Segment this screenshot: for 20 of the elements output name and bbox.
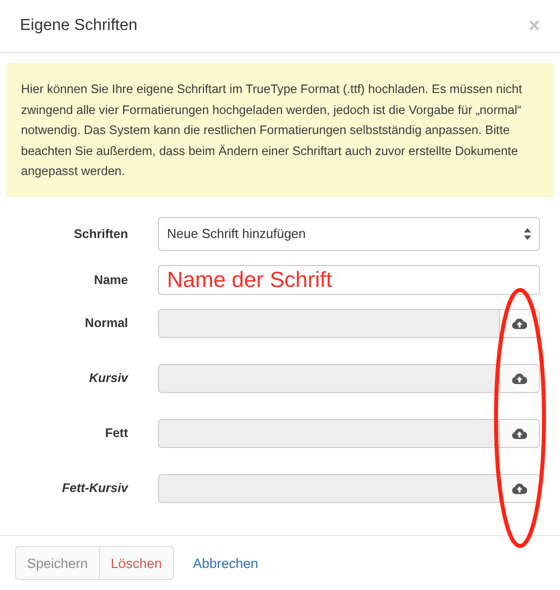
dialog-title: Eigene Schriften	[20, 17, 138, 35]
field-label: Kursiv	[88, 371, 128, 385]
cloud-upload-icon	[512, 428, 527, 438]
font-select[interactable]: Neue Schrift hinzufügen	[158, 216, 540, 250]
field-label: Fett-Kursiv	[61, 481, 128, 495]
field-label: Name	[92, 272, 128, 286]
select-arrows-icon	[524, 228, 531, 240]
upload-button[interactable]	[500, 474, 540, 502]
name-input-field[interactable]: Name der Schrift	[158, 264, 540, 294]
cloud-upload-icon	[512, 318, 527, 328]
field-label: Schriften	[72, 226, 128, 240]
cloud-upload-icon	[512, 372, 527, 384]
field-label: Normal	[84, 316, 128, 330]
cloud-upload-icon	[512, 482, 527, 494]
field-label: Fett	[104, 426, 128, 440]
upload-button[interactable]	[500, 418, 540, 448]
upload-button[interactable]	[500, 364, 540, 392]
delete-button[interactable]: Löschen	[100, 546, 174, 580]
cancel-link[interactable]: Abbrechen	[182, 546, 270, 580]
info-notice: Hier können Sie Ihre eigene Schriftart im TrueType Format (.ttf) hochladen. Es müssen nicht zwingend alle vier Formatierungen hochgeladen werden, jedoch ist die Vorgabe für „normal“ notwendig. Das System kann die restlichen Formatierungen selbstständig anpassen. Bitte beachten Sie außerdem, dass beim Ändern einer Schriftart auch zuvor erstellte Dokumente angepasst werden.	[6, 63, 554, 196]
